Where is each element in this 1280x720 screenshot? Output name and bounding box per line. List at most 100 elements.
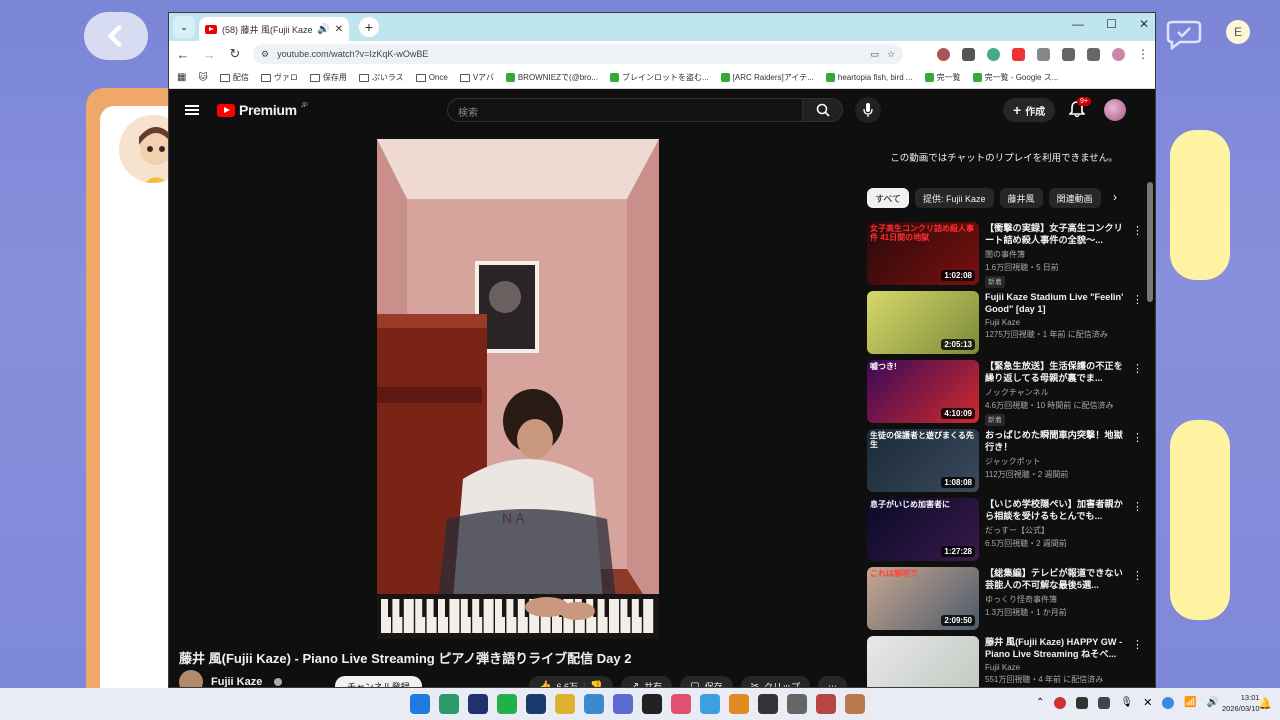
thumbs-down-icon[interactable]: 👎 xyxy=(590,681,602,688)
close-window-icon[interactable]: ✕ xyxy=(1139,17,1149,31)
video-thumbnail[interactable] xyxy=(867,636,979,687)
filter-chip[interactable]: 関連動画 xyxy=(1048,188,1101,208)
taskbar-app-icon[interactable] xyxy=(410,694,430,714)
recommendation-item[interactable]: 息子がいじめ加害者に 1:27:28 【いじめ学校隠ぺい】加害者親から相談を受けるも… xyxy=(867,498,1145,567)
extension-icon[interactable] xyxy=(937,47,950,61)
taskbar-app-icon[interactable] xyxy=(729,694,749,714)
more-actions-button[interactable]: ⋯ xyxy=(818,676,848,687)
microphone-icon[interactable]: 🎙 xyxy=(1120,697,1133,708)
volume-icon[interactable]: 🔊 xyxy=(1207,697,1219,708)
taskbar-app-icon[interactable] xyxy=(816,694,836,714)
taskbar-app-icon[interactable] xyxy=(642,694,662,714)
bookmark-item[interactable]: Once xyxy=(415,73,448,82)
tray-app-icon[interactable] xyxy=(1054,696,1067,709)
reload-button[interactable]: ↻ xyxy=(227,46,243,62)
back-button[interactable]: ← xyxy=(175,47,191,62)
download-icon[interactable] xyxy=(1062,47,1075,61)
apps-grid-icon[interactable]: ▦ xyxy=(177,72,186,83)
more-vertical-icon[interactable]: ⋮ xyxy=(1132,431,1143,444)
video-thumbnail[interactable]: 息子がいじめ加害者に 1:27:28 xyxy=(867,498,979,561)
scrollbar[interactable] xyxy=(1147,182,1153,302)
more-vertical-icon[interactable]: ⋮ xyxy=(1132,362,1143,375)
channel-name[interactable]: Fujii Kaze xyxy=(211,676,262,687)
video-thumbnail[interactable]: これは解明で 2:09:50 xyxy=(867,567,979,630)
cast-icon[interactable]: ▭ xyxy=(870,49,879,60)
more-vertical-icon[interactable]: ⋮ xyxy=(1132,293,1143,306)
account-avatar[interactable] xyxy=(1104,99,1126,121)
close-tab-icon[interactable]: ✕ xyxy=(335,24,343,35)
clip-button[interactable]: ✂ クリップ xyxy=(740,676,811,687)
bookmark-item[interactable]: 完一覧 - Google ス... xyxy=(972,72,1058,83)
more-vertical-icon[interactable]: ⋮ xyxy=(1132,638,1143,651)
taskbar-app-icon[interactable] xyxy=(497,694,517,714)
tab-youtube[interactable]: (58) 藤井 風(Fujii Kaze) - Pi 🔊 ✕ xyxy=(199,17,349,41)
voice-search-button[interactable] xyxy=(855,97,881,123)
site-info-icon[interactable]: ⚙ xyxy=(261,49,269,60)
clock[interactable]: 13:01 2026/03/10 xyxy=(1222,693,1260,714)
close-icon[interactable]: ✕ xyxy=(1143,696,1152,709)
bookmark-item[interactable]: 完一覧 xyxy=(924,72,961,83)
bookmark-icon[interactable]: 🐱 xyxy=(198,72,207,83)
video-player[interactable]: N A xyxy=(377,139,659,639)
wifi-icon[interactable]: 📶 xyxy=(1184,697,1196,708)
bookmark-item[interactable]: 保存用 xyxy=(309,72,347,83)
chevron-up-icon[interactable]: ⌃ xyxy=(1036,697,1044,708)
search-button[interactable] xyxy=(803,98,843,122)
video-thumbnail[interactable]: 女子高生コンクリ詰め殺人事件 41日間の地獄 1:02:08 xyxy=(867,222,979,285)
tray-app-icon[interactable] xyxy=(1076,696,1089,709)
recommendation-item[interactable]: 2:05:13 Fujii Kaze Stadium Live "Feelin' … xyxy=(867,291,1145,360)
share-button[interactable]: ↗ 共有 xyxy=(620,676,673,687)
extension-icon[interactable] xyxy=(1012,47,1025,61)
taskbar-app-icon[interactable] xyxy=(526,694,546,714)
media-icon[interactable] xyxy=(1087,47,1100,61)
address-bar[interactable]: ⚙ youtube.com/watch?v=IzKqK-wOwBE ▭ ☆ xyxy=(253,44,903,64)
filter-chip[interactable]: 藤井風 xyxy=(999,188,1043,208)
bookmark-item[interactable]: ヴァロ xyxy=(260,72,298,83)
minimize-icon[interactable]: — xyxy=(1072,17,1084,31)
search-input[interactable]: 検索 xyxy=(447,98,803,122)
bookmark-star-icon[interactable]: ☆ xyxy=(887,49,895,60)
forward-button[interactable]: → xyxy=(201,47,217,62)
maximize-icon[interactable]: ☐ xyxy=(1106,17,1117,31)
taskbar-app-icon[interactable] xyxy=(700,694,720,714)
filter-chip[interactable]: すべて xyxy=(867,188,910,208)
desktop-back-button[interactable] xyxy=(84,12,148,60)
channel-avatar[interactable] xyxy=(179,670,203,687)
taskbar-app-icon[interactable] xyxy=(845,694,865,714)
more-menu-icon[interactable]: ⋮ xyxy=(1137,47,1149,61)
recommendation-item[interactable]: これは解明で 2:09:50 【総集編】テレビが報道できない芸能人の不可解な最後5選… xyxy=(867,567,1145,636)
bookmark-item[interactable]: ぷいラス xyxy=(358,72,404,83)
taskbar-app-icon[interactable] xyxy=(584,694,604,714)
profile-icon[interactable] xyxy=(1112,47,1125,61)
bookmark-item[interactable]: 配信 xyxy=(219,72,249,83)
user-initial-icon[interactable]: E xyxy=(1226,20,1250,44)
chat-icon[interactable] xyxy=(1166,18,1202,50)
puzzle-icon[interactable] xyxy=(1037,47,1050,61)
video-thumbnail[interactable]: 生徒の保護者と遊びまくる先生 1:08:08 xyxy=(867,429,979,492)
extension-icon[interactable] xyxy=(987,47,1000,61)
more-vertical-icon[interactable]: ⋮ xyxy=(1132,500,1143,513)
bookmark-item[interactable]: heartopia fish, bird ... xyxy=(825,73,913,82)
youtube-logo[interactable]: Premium JP xyxy=(217,102,308,118)
taskbar-app-icon[interactable] xyxy=(671,694,691,714)
video-thumbnail[interactable]: 嘘つき! 4:10:09 xyxy=(867,360,979,423)
bookmark-item[interactable]: Vアバ xyxy=(459,72,494,83)
taskbar-app-icon[interactable] xyxy=(787,694,807,714)
recommendation-item[interactable]: 藤井 風(Fujii Kaze) HAPPY GW - Piano Live S… xyxy=(867,636,1145,687)
extension-icon[interactable] xyxy=(962,47,975,61)
save-button[interactable]: ▢ 保存 xyxy=(680,676,733,687)
bookmark-item[interactable]: BROWNIEZで(@bro... xyxy=(505,72,598,83)
recommendation-item[interactable]: 生徒の保護者と遊びまくる先生 1:08:08 おっぱじめた瞬間車内突撃！地獄行き！ ジ… xyxy=(867,429,1145,498)
bookmark-item[interactable]: [ARC Raiders]アイテ... xyxy=(720,72,814,83)
taskbar-app-icon[interactable] xyxy=(439,694,459,714)
video-thumbnail[interactable]: 2:05:13 xyxy=(867,291,979,354)
bookmark-item[interactable]: ブレインロットを盗む... xyxy=(609,72,709,83)
new-tab-button[interactable]: + xyxy=(359,17,379,37)
speaker-icon[interactable]: 🔊 xyxy=(317,24,329,35)
chevron-right-icon[interactable]: › xyxy=(1113,190,1117,204)
create-button[interactable]: + 作成 xyxy=(1003,98,1056,122)
more-vertical-icon[interactable]: ⋮ xyxy=(1132,569,1143,582)
taskbar-app-icon[interactable] xyxy=(613,694,633,714)
taskbar-app-icon[interactable] xyxy=(758,694,778,714)
tray-app-icon[interactable] xyxy=(1098,696,1111,709)
